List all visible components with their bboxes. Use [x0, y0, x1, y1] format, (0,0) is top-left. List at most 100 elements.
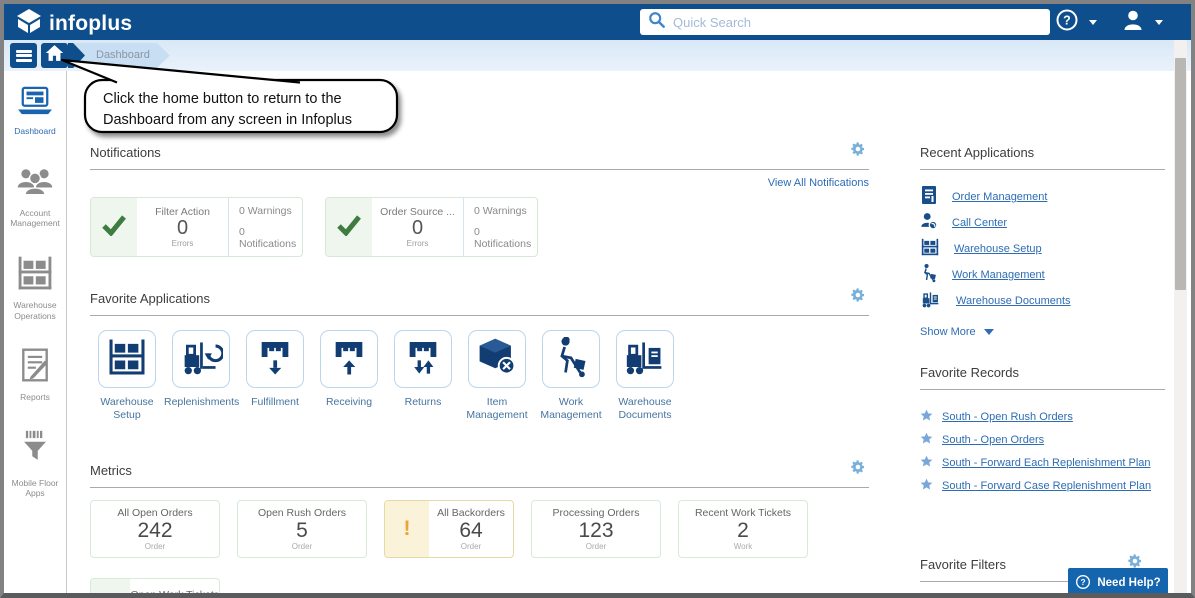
app-replenishments: Replenishments	[164, 330, 239, 422]
favorite-records-section: Favorite Records South - Open Rush Order…	[920, 364, 1165, 497]
box-cancel-icon	[476, 337, 518, 382]
hamburger-icon	[15, 48, 32, 63]
app-tile-returns[interactable]	[394, 330, 452, 388]
search-icon	[648, 11, 666, 34]
favorite-record-link[interactable]: South - Forward Each Replenishment Plan	[942, 457, 1151, 469]
callout-text: Click the home button to return to the D…	[103, 91, 353, 128]
app-tile-receiving[interactable]	[320, 330, 378, 388]
help-icon[interactable]: ?	[1055, 8, 1079, 37]
bin-arrow-up-icon	[329, 337, 369, 382]
warnings-count: 0 Warnings	[239, 204, 292, 217]
app-receiving: Receiving	[312, 330, 386, 422]
sidebar-item-reports[interactable]: Reports	[5, 347, 65, 403]
report-document-icon	[18, 347, 52, 388]
quick-search[interactable]	[640, 9, 1050, 35]
notifications-title: Notifications	[90, 145, 161, 160]
metric-open-work-tickets-partial[interactable]: Open Work Tickets	[90, 578, 220, 593]
app-window: infoplus ? Dashboard	[0, 0, 1195, 598]
app-tile-item-management[interactable]	[468, 330, 526, 388]
favorite-record-link[interactable]: South - Open Rush Orders	[942, 411, 1073, 423]
breadcrumb-current: Dashboard	[96, 49, 150, 61]
worker-cart-icon	[551, 336, 591, 383]
metric-recent-work-tickets[interactable]: Recent Work Tickets 2 Work	[678, 500, 808, 558]
help-dropdown-caret-icon[interactable]	[1089, 19, 1097, 25]
favorite-record-row: South - Open Rush Orders	[920, 406, 1165, 428]
notifications-count: 0 Notifications	[239, 225, 297, 250]
metric-all-backorders[interactable]: ! All Backorders 64 Order	[384, 500, 514, 558]
warehouse-shelves-icon	[15, 255, 55, 296]
star-icon	[920, 432, 933, 448]
recent-app-link[interactable]: Work Management	[952, 269, 1045, 281]
recent-app-link[interactable]: Warehouse Setup	[954, 243, 1042, 255]
favorite-applications-section: Favorite Applications Warehouse Setup Re…	[90, 287, 869, 422]
app-warehouse-documents: Warehouse Documents	[608, 330, 682, 422]
recent-app-order-management: Order Management	[920, 184, 1165, 210]
recent-app-link[interactable]: Call Center	[952, 217, 1007, 229]
forklift-document-icon	[623, 337, 667, 382]
home-button[interactable]	[41, 43, 68, 68]
view-all-notifications-link[interactable]: View All Notifications	[768, 177, 869, 189]
app-work-management: Work Management	[534, 330, 608, 422]
metric-all-open-orders[interactable]: All Open Orders 242 Order	[90, 500, 220, 558]
menu-button[interactable]	[10, 43, 37, 68]
star-icon	[920, 455, 933, 471]
app-item-management: Item Management	[460, 330, 534, 422]
recent-app-work-management: Work Management	[920, 262, 1165, 288]
notification-card-order-source[interactable]: Order Source ... 0 Errors 0 Warnings 0 N…	[325, 197, 538, 257]
recent-app-warehouse-setup: Warehouse Setup	[920, 236, 1165, 262]
app-tile-work-management[interactable]	[542, 330, 600, 388]
recent-applications-section: Recent Applications Order Management Cal…	[920, 144, 1165, 338]
favorite-applications-settings-gear-icon[interactable]	[850, 287, 866, 303]
recent-app-link[interactable]: Warehouse Documents	[956, 295, 1071, 307]
app-fulfillment: Fulfillment	[238, 330, 312, 422]
notifications-settings-gear-icon[interactable]	[850, 141, 866, 157]
notifications-section: Notifications View All Notifications Fil…	[90, 141, 869, 257]
metrics-section: Metrics All Open Orders 242 Order Open R…	[90, 459, 869, 558]
logo-text: infoplus	[49, 11, 133, 35]
user-icon[interactable]	[1121, 8, 1145, 37]
metric-open-rush-orders[interactable]: Open Rush Orders 5 Order	[237, 500, 367, 558]
warnings-count: 0 Warnings	[474, 204, 527, 217]
app-tile-fulfillment[interactable]	[246, 330, 304, 388]
users-icon	[15, 165, 55, 204]
sidebar-item-warehouse-operations[interactable]: Warehouse Operations	[5, 255, 65, 321]
metric-processing-orders[interactable]: Processing Orders 123 Order	[531, 500, 661, 558]
warehouse-shelves-icon	[920, 238, 940, 261]
star-icon	[920, 478, 933, 494]
sidebar-item-account-management[interactable]: Account Management	[5, 165, 65, 229]
recent-app-link[interactable]: Order Management	[952, 191, 1047, 203]
app-tile-warehouse-documents[interactable]	[616, 330, 674, 388]
sidebar-item-mobile-floor-apps[interactable]: Mobile Floor Apps	[5, 429, 65, 499]
vertical-scrollbar[interactable]	[1174, 40, 1187, 593]
bin-arrows-updown-icon	[403, 337, 443, 382]
favorite-record-row: South - Forward Each Replenishment Plan	[920, 452, 1165, 474]
dashboard-laptop-icon	[16, 85, 54, 122]
favorite-records-title: Favorite Records	[920, 365, 1019, 380]
metrics-title: Metrics	[90, 463, 132, 478]
show-more-button[interactable]: Show More	[920, 326, 1165, 338]
svg-text:?: ?	[1081, 577, 1086, 587]
user-dropdown-caret-icon[interactable]	[1155, 19, 1163, 25]
favorite-record-row: South - Open Orders	[920, 429, 1165, 451]
favorite-applications-title: Favorite Applications	[90, 291, 210, 306]
favorite-filters-settings-gear-icon[interactable]	[1127, 553, 1143, 569]
worker-cart-icon	[920, 263, 938, 288]
barcode-scanner-icon	[18, 429, 52, 474]
infoplus-logo[interactable]: infoplus	[16, 8, 132, 39]
app-tile-replenishments[interactable]	[172, 330, 230, 388]
search-input[interactable]	[673, 14, 1042, 30]
metrics-settings-gear-icon[interactable]	[850, 459, 866, 475]
breadcrumb-bar: Dashboard	[4, 40, 1191, 71]
app-tile-warehouse-setup[interactable]	[98, 330, 156, 388]
favorite-record-row: South - Forward Case Replenishment Plan	[920, 475, 1165, 497]
help-circle-icon: ?	[1075, 574, 1091, 593]
sidebar-item-dashboard[interactable]: Dashboard	[5, 85, 65, 137]
favorite-record-link[interactable]: South - Forward Case Replenishment Plan	[942, 480, 1151, 492]
recent-app-warehouse-documents: Warehouse Documents	[920, 288, 1165, 314]
scrollbar-thumb[interactable]	[1175, 58, 1186, 290]
favorite-record-link[interactable]: South - Open Orders	[942, 434, 1044, 446]
notification-card-filter-action[interactable]: Filter Action 0 Errors 0 Warnings 0 Noti…	[90, 197, 303, 257]
need-help-button[interactable]: ? Need Help?	[1068, 568, 1168, 593]
star-icon	[920, 409, 933, 425]
call-center-person-icon	[920, 211, 938, 236]
